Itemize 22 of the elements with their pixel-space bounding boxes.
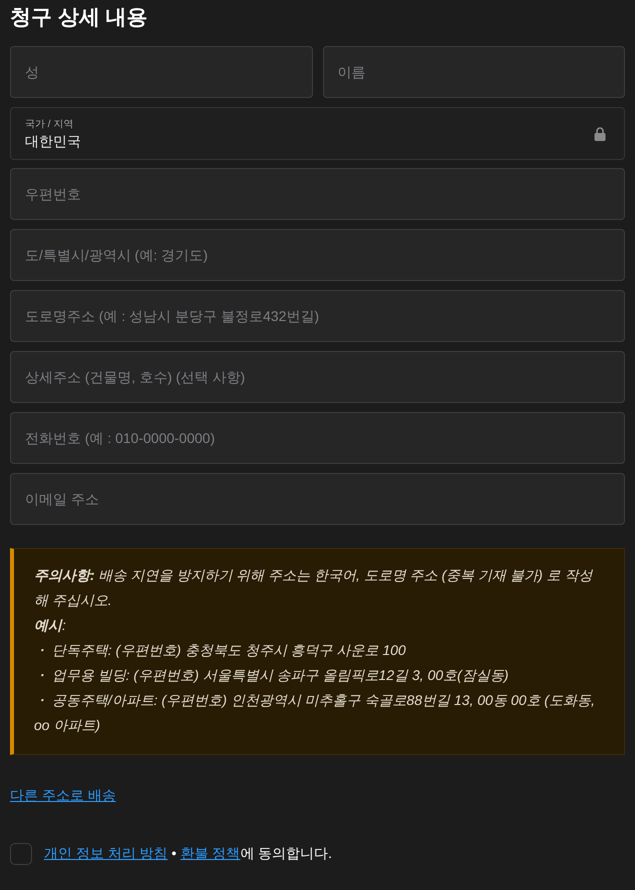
notice-text: ・ 업무용 빌딩: (우편번호) 서울특별시 송파구 올림픽로12길 3, 00호(잠실동) [34,666,510,685]
input-field[interactable]: 이름 [322,46,625,98]
input-field[interactable]: 도로명주소 (예 : 성남시 분당구 불정로432번길) [10,290,625,342]
input-field[interactable]: 성 [10,46,312,98]
notice-text: 주의사항: 배송 지연을 방지하기 위해 주소는 한국어, 도로명 주소 (중복 기재 불가) 로 작성해 주십시오. [34,566,594,610]
section-title: 청구 상세 내용 [10,5,149,31]
checkbox[interactable] [10,843,32,865]
input-field[interactable]: 이메일 주소 [10,473,625,525]
input-field[interactable]: 상세주소 (건물명, 호수) (선택 사항) [10,351,625,403]
input-field[interactable]: 우편번호 [10,168,625,220]
consent-text: 개인 정보 처리 방침 • 환불 정책 에 동의합니다. [44,845,332,863]
notice-text: 예시: [34,616,67,635]
ship-to-different-address-link[interactable]: 다른 주소로 배송 [10,787,116,805]
country-field[interactable]: 국가 / 지역 대한민국 [10,107,625,160]
privacy-policy-link[interactable]: 개인 정보 처리 방침 [44,845,168,861]
input-field[interactable]: 도/특별시/광역시 (예: 경기도) [10,229,625,281]
field-value: 대한민국 [25,132,81,150]
refund-policy-link[interactable]: 환불 정책 [180,845,240,861]
notice-text: ・ 단독주택: (우편번호) 충청북도 청주시 흥덕구 사운로 100 [34,641,407,660]
field-label: 국가 / 지역 [25,118,74,130]
input-field[interactable]: 전화번호 (예 : 010-0000-0000) [10,412,625,464]
notice-text: ・ 공동주택/아파트: (우편번호) 인천광역시 미추홀구 숙골로88번길 13, 00동 00호 (도화동, oo 아파트) [34,691,596,735]
